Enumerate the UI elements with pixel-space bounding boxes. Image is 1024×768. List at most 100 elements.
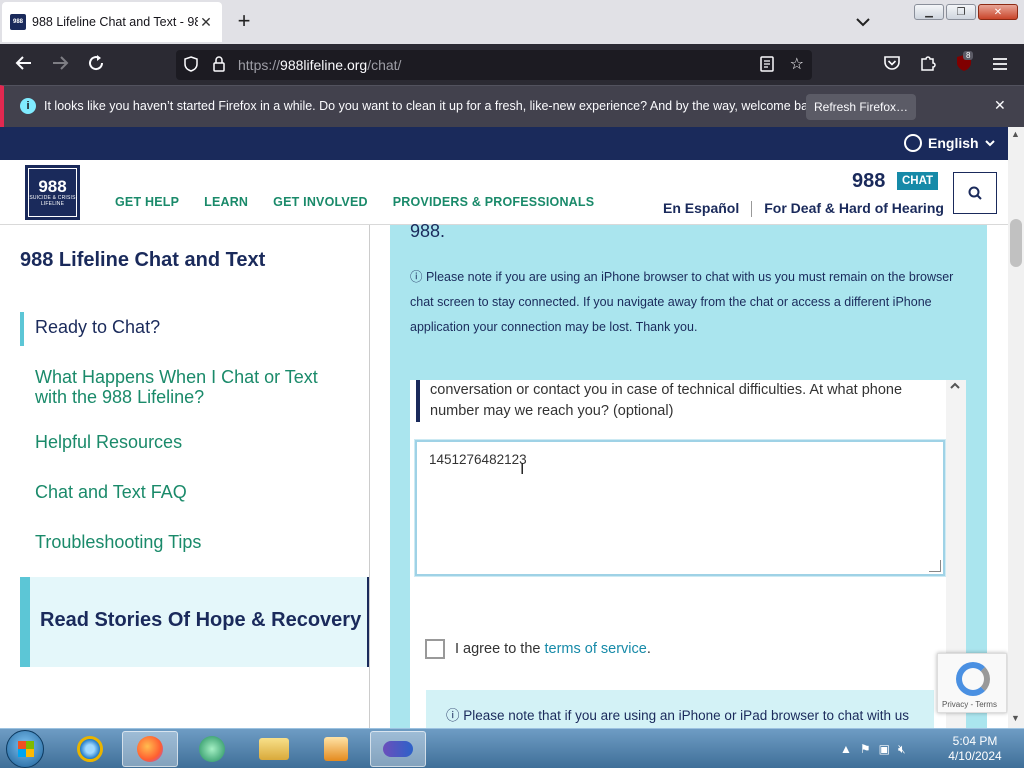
show-hidden-icons-chevron-icon[interactable]: ▲: [840, 742, 852, 756]
ipad-note-box: ⓘ Please note that if you are using an i…: [426, 690, 934, 728]
scroll-up-arrow-icon[interactable]: ▲: [1011, 129, 1020, 139]
system-tray: ▲ ⚑ ▣ 🔇︎: [840, 729, 906, 768]
active-indicator: [20, 312, 24, 346]
terms-of-service-link[interactable]: terms of service: [544, 641, 646, 657]
page-viewport: English 988 SUICIDE & CRISIS LIFELINE GE…: [0, 127, 1008, 728]
globe-icon: [904, 134, 922, 152]
taskbar-clock[interactable]: 5:04 PM 4/10/2024: [940, 734, 1010, 764]
firefox-icon: [137, 736, 163, 762]
recaptcha-links[interactable]: Privacy - Terms: [942, 700, 997, 709]
windows-logo-icon: [18, 741, 34, 757]
chat-widget: conversation or contact you in case of t…: [410, 380, 966, 728]
windows-taskbar: ▲ ⚑ ▣ 🔇︎ 5:04 PM 4/10/2024: [0, 728, 1024, 768]
url-text[interactable]: https://988lifeline.org/chat/: [238, 57, 401, 73]
scroll-down-arrow-icon[interactable]: ▼: [1011, 713, 1020, 723]
refresh-firefox-button[interactable]: Refresh Firefox…: [806, 94, 916, 120]
terms-suffix: .: [646, 641, 651, 657]
espanol-link[interactable]: En Español: [663, 200, 739, 217]
clock-time: 5:04 PM: [952, 734, 998, 748]
site-header: 988 SUICIDE & CRISIS LIFELINE GET HELP L…: [0, 160, 1008, 225]
stories-link-label: Read Stories Of Hope & Recovery: [40, 609, 362, 631]
hamburger-menu-icon[interactable]: [989, 54, 1011, 76]
header-divider: [751, 201, 753, 217]
bookmark-star-icon[interactable]: ☆: [790, 54, 804, 74]
minimize-button[interactable]: ▁: [914, 4, 944, 20]
taskbar-internet-explorer[interactable]: [62, 731, 118, 767]
tab-title: 988 Lifeline Chat and Text - 988: [32, 15, 198, 29]
window-close-button[interactable]: ✕: [978, 4, 1018, 20]
forward-arrow-icon[interactable]: [49, 54, 71, 76]
taskbar-file-explorer[interactable]: [246, 731, 302, 767]
recaptcha-badge[interactable]: Privacy - Terms: [937, 653, 1007, 713]
search-icon: [968, 186, 982, 200]
chevron-down-icon: [984, 140, 995, 147]
clock-date: 4/10/2024: [948, 749, 1002, 763]
phone-number-textarea[interactable]: 1451276482123 I: [415, 440, 945, 576]
browser-tab[interactable]: 988 988 Lifeline Chat and Text - 988 ✕: [2, 2, 222, 42]
network-icon[interactable]: ▣: [879, 742, 890, 756]
sidebar-item-ready-to-chat[interactable]: Ready to Chat?: [35, 317, 160, 337]
sidebar-item-chat-text-faq[interactable]: Chat and Text FAQ: [35, 482, 187, 502]
extensions-puzzle-icon[interactable]: [917, 54, 939, 76]
header-988-label[interactable]: 988: [852, 170, 885, 193]
action-center-flag-icon[interactable]: ⚑: [860, 742, 871, 756]
start-button[interactable]: [6, 730, 44, 768]
phone-number-value: 1451276482123: [429, 452, 527, 467]
restore-button[interactable]: ❐: [946, 4, 976, 20]
language-selector[interactable]: English: [904, 134, 995, 152]
extension-badge-count: 8: [963, 51, 974, 60]
page-scrollbar[interactable]: ▲ ▼: [1008, 127, 1024, 728]
nav-get-involved[interactable]: GET INVOLVED: [273, 195, 368, 209]
sidebar-item-troubleshooting[interactable]: Troubleshooting Tips: [35, 532, 201, 552]
resize-grip-icon[interactable]: [929, 560, 941, 572]
green-chat-icon: [199, 736, 225, 762]
browser-nav-bar: https://988lifeline.org/chat/ ☆ 8: [0, 44, 1024, 85]
deaf-hard-of-hearing-link[interactable]: For Deaf & Hard of Hearing: [764, 200, 944, 217]
close-tab-icon[interactable]: ✕: [198, 14, 214, 31]
sidebar-title: 988 Lifeline Chat and Text: [20, 249, 266, 271]
panel-text-fragment: 988.: [410, 221, 446, 241]
nav-providers[interactable]: PROVIDERS & PROFESSIONALS: [393, 195, 595, 209]
taskbar-visual-studio[interactable]: [370, 731, 426, 767]
list-all-tabs-chevron-icon[interactable]: [856, 14, 870, 30]
recaptcha-icon: [956, 662, 990, 696]
notification-text: It looks like you haven’t started Firefo…: [44, 99, 825, 113]
nav-get-help[interactable]: GET HELP: [115, 195, 179, 209]
pocket-icon[interactable]: [881, 54, 903, 76]
chat-pill[interactable]: CHAT: [897, 172, 939, 190]
url-prefix: https://: [238, 57, 281, 73]
site-search-button[interactable]: [953, 172, 997, 214]
sidebar: 988 Lifeline Chat and Text Ready to Chat…: [0, 225, 370, 728]
text-cursor-icon: I: [520, 461, 525, 478]
main-navigation: GET HELP LEARN GET INVOLVED PROVIDERS & …: [115, 195, 594, 209]
scrollbar-thumb[interactable]: [1010, 219, 1022, 267]
reload-icon[interactable]: [85, 54, 107, 76]
volume-muted-icon[interactable]: 🔇︎: [898, 742, 906, 757]
ipad-note-text: ⓘ Please note that if you are using an i…: [446, 708, 910, 723]
back-arrow-icon[interactable]: [13, 54, 35, 76]
taskbar-media-player[interactable]: [308, 731, 364, 767]
browser-tab-bar: 988 988 Lifeline Chat and Text - 988 ✕ +…: [0, 0, 1024, 44]
lock-icon[interactable]: [212, 56, 226, 75]
chevron-up-icon[interactable]: [950, 382, 960, 393]
reader-view-icon[interactable]: [760, 56, 774, 75]
988-logo[interactable]: 988 SUICIDE & CRISIS LIFELINE: [25, 165, 80, 220]
chat-panel: 988. ⓘ Please note if you are using an i…: [390, 221, 987, 728]
terms-checkbox[interactable]: [425, 639, 445, 659]
terms-prefix: I agree to the: [455, 641, 545, 657]
firefox-refresh-notification: i It looks like you haven’t started Fire…: [0, 85, 1024, 127]
stories-of-hope-card[interactable]: Read Stories Of Hope & Recovery: [20, 577, 369, 667]
nav-learn[interactable]: LEARN: [204, 195, 248, 209]
taskbar-chat-app[interactable]: [184, 731, 240, 767]
chat-question-message: conversation or contact you in case of t…: [416, 380, 936, 422]
tracking-protection-shield-icon[interactable]: [184, 56, 198, 75]
media-player-icon: [324, 737, 348, 761]
notification-close-icon[interactable]: ✕: [994, 97, 1006, 114]
logo-subtitle: SUICIDE & CRISIS LIFELINE: [29, 195, 76, 207]
address-bar[interactable]: https://988lifeline.org/chat/ ☆: [176, 50, 812, 80]
new-tab-button[interactable]: +: [232, 10, 256, 32]
taskbar-firefox[interactable]: [122, 731, 178, 767]
sidebar-item-what-happens[interactable]: What Happens When I Chat or Text with th…: [35, 367, 335, 407]
terms-text: I agree to the terms of service.: [455, 641, 651, 657]
sidebar-item-helpful-resources[interactable]: Helpful Resources: [35, 432, 182, 452]
